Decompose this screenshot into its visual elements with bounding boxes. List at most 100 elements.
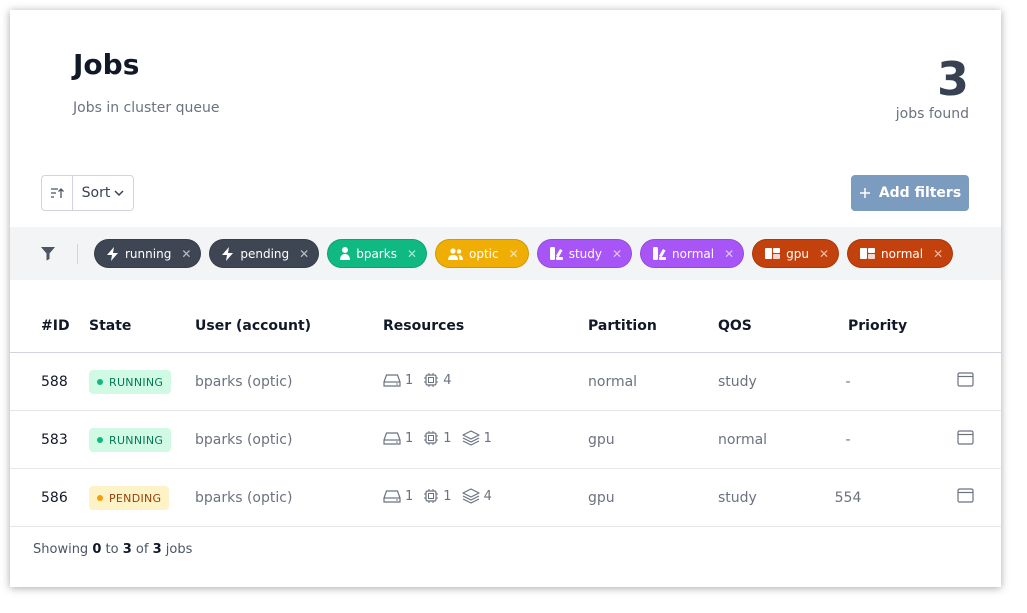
status-badge: RUNNING — [89, 428, 172, 452]
filter-chip-label: normal — [672, 246, 715, 261]
add-filters-label: Add filters — [878, 185, 962, 201]
page-subtitle: Jobs in cluster queue — [73, 100, 220, 116]
col-header-user[interactable]: User (account) — [195, 318, 311, 334]
col-header-partition[interactable]: Partition — [588, 318, 657, 334]
job-user: bparks (optic) — [195, 489, 293, 506]
table-row[interactable]: 586 PENDING bparks (optic) 1 1 4 gpu stu… — [10, 469, 1001, 527]
filter-chip-account-optic[interactable]: optic ✕ — [435, 239, 529, 268]
sort-button[interactable]: Sort — [73, 185, 133, 201]
status-badge: PENDING — [89, 486, 170, 510]
sort-label: Sort — [81, 185, 111, 201]
col-header-priority[interactable]: Priority — [848, 318, 907, 334]
job-id[interactable]: 588 — [41, 374, 68, 390]
footer-to-word: to — [105, 542, 119, 557]
remove-filter-icon[interactable]: ✕ — [299, 247, 309, 261]
job-priority: - — [845, 431, 851, 448]
nodes-resource: 1 — [383, 489, 413, 504]
funnel-icon — [40, 246, 60, 261]
col-header-qos[interactable]: QOS — [718, 318, 752, 334]
remove-filter-icon[interactable]: ✕ — [612, 247, 622, 261]
filter-chip-qos-normal[interactable]: normal ✕ — [640, 239, 745, 268]
status-label: RUNNING — [109, 433, 164, 447]
remove-filter-icon[interactable]: ✕ — [509, 247, 519, 261]
qos-icon — [549, 247, 563, 260]
job-partition: gpu — [588, 489, 615, 506]
pagination-summary: Showing 0 to 3 of 3 jobs — [33, 542, 192, 557]
job-priority: 554 — [834, 489, 862, 506]
table-row[interactable]: 588 RUNNING bparks (optic) 1 4 normal st… — [10, 353, 1001, 411]
filter-chip-label: optic — [469, 246, 499, 261]
active-filters-bar: running ✕ pending ✕ bparks ✕ optic ✕ stu — [10, 227, 1001, 280]
window-icon[interactable] — [957, 430, 974, 449]
filter-chip-partition-normal[interactable]: normal ✕ — [847, 239, 954, 268]
remove-filter-icon[interactable]: ✕ — [819, 247, 829, 261]
sort-order-button[interactable] — [42, 176, 73, 210]
job-partition: normal — [588, 373, 638, 390]
filter-chip-user-bparks[interactable]: bparks ✕ — [327, 239, 428, 268]
nodes-count: 1 — [405, 488, 414, 504]
job-resources: 1 4 — [383, 372, 452, 388]
remove-filter-icon[interactable]: ✕ — [724, 247, 734, 261]
col-header-state[interactable]: State — [89, 318, 131, 334]
footer-suffix: jobs — [165, 542, 193, 557]
cpus-resource: 1 — [423, 488, 452, 504]
remove-filter-icon[interactable]: ✕ — [181, 247, 191, 261]
job-qos: study — [718, 373, 757, 390]
layers-icon — [461, 430, 480, 446]
bolt-icon — [222, 246, 234, 261]
footer-to: 3 — [122, 542, 132, 557]
footer-total: 3 — [152, 542, 162, 557]
nodes-count: 1 — [405, 430, 414, 446]
sort-ascending-icon — [51, 188, 64, 198]
filter-chip-label: normal — [881, 246, 924, 261]
job-user: bparks (optic) — [195, 431, 293, 448]
job-resources: 1 1 4 — [383, 488, 492, 504]
job-resources: 1 1 1 — [383, 430, 492, 446]
user-icon — [340, 247, 351, 260]
window-icon[interactable] — [957, 488, 974, 507]
filter-chip-state-pending[interactable]: pending ✕ — [209, 239, 320, 268]
gpus-resource: 1 — [461, 430, 492, 446]
plus-icon — [859, 188, 870, 198]
filter-chip-partition-gpu[interactable]: gpu ✕ — [752, 239, 840, 268]
add-filters-button[interactable]: Add filters — [851, 175, 969, 211]
layers-icon — [461, 488, 480, 504]
partition-icon — [860, 248, 876, 259]
job-priority: - — [845, 373, 851, 390]
job-id[interactable]: 586 — [41, 490, 68, 506]
col-header-resources[interactable]: Resources — [383, 318, 464, 334]
table-row[interactable]: 583 RUNNING bparks (optic) 1 1 1 gpu nor… — [10, 411, 1001, 469]
jobs-table: #ID State User (account) Resources Parti… — [10, 300, 1001, 527]
status-dot — [97, 379, 103, 385]
status-dot — [97, 495, 103, 501]
cpus-count: 4 — [443, 372, 452, 388]
users-icon — [448, 247, 464, 260]
status-label: RUNNING — [109, 375, 164, 389]
job-user: bparks (optic) — [195, 373, 293, 390]
server-icon — [383, 374, 401, 387]
remove-filter-icon[interactable]: ✕ — [933, 247, 943, 261]
filter-chip-qos-study[interactable]: study ✕ — [536, 239, 633, 268]
filter-chips: running ✕ pending ✕ bparks ✕ optic ✕ stu — [94, 239, 954, 268]
footer-of-word: of — [135, 542, 149, 557]
window-icon[interactable] — [957, 372, 974, 391]
filter-divider — [77, 243, 78, 264]
col-header-id[interactable]: #ID — [41, 318, 70, 334]
cpus-count: 1 — [443, 430, 452, 446]
qos-icon — [653, 247, 667, 260]
filter-chip-label: gpu — [786, 246, 809, 261]
page-title: Jobs — [73, 48, 140, 81]
remove-filter-icon[interactable]: ✕ — [407, 247, 417, 261]
partition-icon — [765, 248, 781, 259]
job-partition: gpu — [588, 431, 615, 448]
nodes-resource: 1 — [383, 431, 413, 446]
job-id[interactable]: 583 — [41, 432, 68, 448]
bolt-icon — [107, 246, 118, 261]
cpu-icon — [424, 373, 439, 387]
filter-chip-label: running — [125, 246, 172, 261]
footer-prefix: Showing — [33, 542, 89, 557]
status-label: PENDING — [109, 491, 162, 505]
cpu-icon — [424, 489, 439, 503]
filter-chip-state-running[interactable]: running ✕ — [94, 239, 202, 268]
jobs-count: 3 — [936, 52, 969, 106]
